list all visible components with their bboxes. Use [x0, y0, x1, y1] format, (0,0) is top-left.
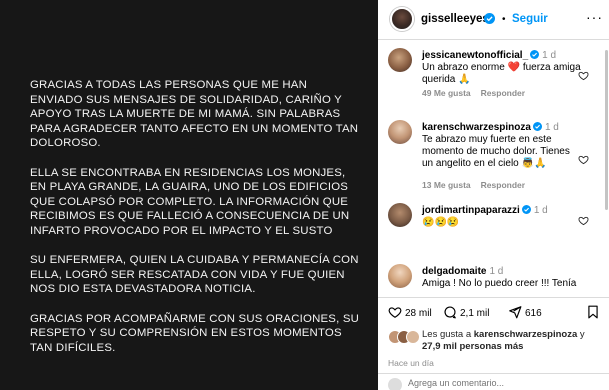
liked-by-middle: y	[577, 329, 585, 340]
current-user-avatar	[388, 378, 402, 390]
commenter-avatar[interactable]	[388, 48, 412, 72]
verified-badge-icon	[530, 50, 540, 59]
comments-scrollbar[interactable]	[605, 40, 608, 297]
commenter-username[interactable]: delgadomaite	[422, 266, 486, 277]
post-paragraph-4: GRACIAS POR ACOMPAÑARME CON SUS ORACIONE…	[30, 312, 360, 354]
posted-date[interactable]: Hace un día	[388, 358, 434, 368]
like-comment-heart-icon[interactable]	[578, 70, 589, 81]
instagram-post-view: GRACIAS A TODAS LAS PERSONAS QUE ME HAN …	[0, 0, 609, 390]
add-comment-bar	[378, 373, 609, 390]
comment-text: Amiga ! No lo puedo creer !!! Tenía	[422, 278, 577, 289]
follow-button[interactable]: Seguir	[512, 13, 548, 25]
liked-by-text: Les gusta a karenschwarzespinoza y 27,9 m…	[422, 329, 602, 353]
commenter-username[interactable]: jessicanewtonofficial_	[422, 50, 528, 61]
more-options-icon[interactable]: ···	[586, 9, 603, 25]
header-separator: •	[502, 14, 506, 25]
comment-likes[interactable]: 13 Me gusta	[422, 180, 471, 190]
comments-count[interactable]: 2,1 mil	[460, 308, 489, 319]
post-header: gisselleeyes • Seguir ···	[378, 0, 609, 40]
commenter-username[interactable]: karenschwarzespinoza	[422, 122, 531, 133]
post-paragraph-2: ELLA SE ENCONTRABA EN RESIDENCIAS LOS MO…	[30, 166, 350, 237]
verified-badge-icon	[521, 205, 531, 214]
liked-by-user[interactable]: karenschwarzespinoza	[474, 329, 578, 340]
commenter-avatar[interactable]	[388, 203, 412, 227]
author-username[interactable]: gisselleeyes	[421, 13, 489, 25]
liker-avatar[interactable]	[406, 330, 420, 344]
comment-text: 😢😢😢	[422, 217, 460, 228]
post-paragraph-1: GRACIAS A TODAS LAS PERSONAS QUE ME HAN …	[30, 79, 359, 150]
post-statement-text: GRACIAS A TODAS LAS PERSONAS QUE ME HAN …	[30, 78, 360, 370]
comment-time: 1 d	[489, 266, 504, 277]
liked-by-row: Les gusta a karenschwarzespinoza y 27,9 m…	[378, 325, 609, 355]
like-heart-icon[interactable]	[388, 305, 402, 319]
post-actions-bar: 28 mil 2,1 mil 616	[378, 297, 609, 325]
commenter-username[interactable]: jordimartinpaparazzi	[422, 205, 520, 216]
comments-list[interactable]: jessicanewtonofficial_ 1 d Un abrazo enor…	[378, 40, 609, 297]
share-icon[interactable]	[508, 305, 522, 319]
liked-by-others[interactable]: 27,9 mil personas más	[422, 341, 523, 352]
likes-count[interactable]: 28 mil	[405, 308, 432, 319]
liked-by-prefix: Les gusta a	[422, 329, 474, 340]
comment-text: Te abrazo muy fuerte en este momento de …	[422, 134, 570, 169]
add-comment-input[interactable]	[408, 376, 588, 390]
verified-badge-icon	[532, 122, 542, 131]
commenter-avatar[interactable]	[388, 264, 412, 288]
comments-panel: gisselleeyes • Seguir ··· jessicanewtono…	[378, 0, 609, 390]
shares-count[interactable]: 616	[525, 308, 542, 319]
comment-bubble-icon[interactable]	[443, 305, 457, 319]
comment-time: 1 d	[544, 122, 559, 133]
reply-button[interactable]: Responder	[481, 88, 525, 98]
post-image[interactable]: GRACIAS A TODAS LAS PERSONAS QUE ME HAN …	[0, 0, 378, 390]
reply-button[interactable]: Responder	[481, 180, 525, 190]
comment-text: Un abrazo enorme ❤️ fuerza amiga querida…	[422, 62, 581, 85]
verified-badge-icon	[484, 13, 495, 24]
like-comment-heart-icon[interactable]	[578, 215, 589, 226]
post-paragraph-3: SU ENFERMERA, QUIEN LA CUIDABA Y PERMANE…	[30, 254, 359, 296]
commenter-avatar[interactable]	[388, 120, 412, 144]
author-avatar[interactable]	[390, 7, 414, 31]
scrollbar-thumb[interactable]	[605, 50, 608, 210]
bookmark-icon[interactable]	[586, 305, 600, 319]
comment-time: 1 d	[533, 205, 548, 216]
comment-time: 1 d	[542, 50, 557, 61]
comment-likes[interactable]: 49 Me gusta	[422, 88, 471, 98]
like-comment-heart-icon[interactable]	[578, 154, 589, 165]
